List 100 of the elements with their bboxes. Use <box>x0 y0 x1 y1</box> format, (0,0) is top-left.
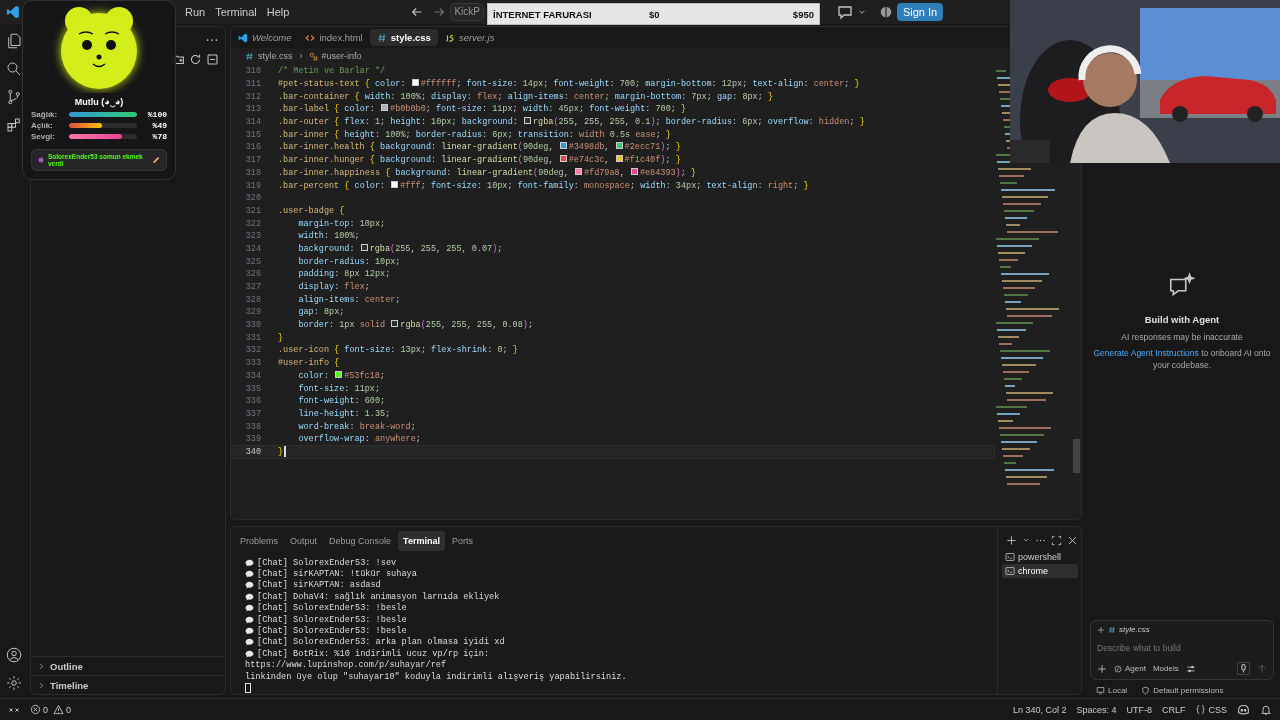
refresh-icon[interactable] <box>189 53 202 66</box>
code-line: #pet-status-text { color: #ffffff; font-size: 14px; font-weight: 700; margin-bottom: 12px; text-align: center; } <box>278 79 860 90</box>
panel-tab[interactable]: Debug Console <box>324 531 397 551</box>
panel-tab[interactable]: Ports <box>446 531 478 551</box>
chevron-down-icon[interactable] <box>1022 536 1030 544</box>
permissions-picker[interactable]: Default permissions <box>1141 686 1224 695</box>
code-line: .bar-percent { color: #fff; font-size: 10px; font-family: monospace; width: 34px; text-align: right; } <box>278 180 809 191</box>
editor-tab[interactable]: server.js <box>437 27 502 48</box>
terminal-line: linkinden üye olup "suhayar10" koduyla indirimli alışveriş yapabilirsiniz. <box>245 671 627 682</box>
line-number: 317 <box>244 155 261 166</box>
chat-icon[interactable] <box>836 4 853 20</box>
line-number: 325 <box>244 256 261 267</box>
breadcrumb-item[interactable]: style.css <box>258 51 293 61</box>
language-mode[interactable]: CSS <box>1208 704 1227 715</box>
context-file-chip[interactable]: style.css <box>1097 625 1267 634</box>
code-line: .user-badge { <box>278 205 345 216</box>
code-line: word-break: break-word; <box>297 421 416 432</box>
goal-amount: $950 <box>792 8 814 20</box>
error-count[interactable]: 0 <box>43 704 48 715</box>
collapse-icon[interactable] <box>206 53 219 66</box>
line-number: 324 <box>244 243 261 254</box>
model-picker[interactable]: Models <box>1152 664 1179 673</box>
line-number: 328 <box>244 294 261 305</box>
close-icon[interactable] <box>1067 534 1078 546</box>
section-header[interactable]: Timeline <box>31 675 225 694</box>
vscode-logo-icon[interactable] <box>6 5 20 19</box>
terminal-icon <box>1005 566 1015 576</box>
chat-input-field[interactable]: Describe what to build <box>1097 640 1267 656</box>
plus-icon[interactable] <box>1006 534 1017 546</box>
sign-in-button[interactable]: Sign In <box>896 3 944 21</box>
line-number: 329 <box>244 307 261 318</box>
code-line: padding: 8px 12px; <box>297 269 391 280</box>
line-number: 323 <box>244 231 261 242</box>
stat-label: Sevgi: <box>31 132 56 141</box>
menu-item[interactable]: Help <box>261 4 295 20</box>
code-line: .bar-container { width: 100%; display: flex; align-items: center; margin-bottom: 7px; gap: 8px; } <box>278 91 774 102</box>
panel-tab[interactable]: Terminal <box>398 531 445 551</box>
line-number: 321 <box>244 205 261 216</box>
scrollbar-thumb <box>1073 439 1080 473</box>
link[interactable]: Generate Agent Instructions <box>1093 348 1199 358</box>
panel-tab[interactable]: Problems <box>235 531 283 551</box>
code-line: font-size: 11px; <box>297 383 381 394</box>
code-line: border: 1px solid rgba(255, 255, 255, 0.08); <box>297 320 533 331</box>
section-header[interactable]: Outline <box>31 656 225 675</box>
cursor-position[interactable]: Ln 340, Col 2 <box>1012 704 1067 715</box>
editor-tab[interactable]: style.css <box>369 29 438 46</box>
forward-arrow-icon[interactable] <box>432 5 447 19</box>
code-line: .bar-inner.health { background: linear-gradient(90deg, #3498db, #2ecc71); } <box>278 142 681 153</box>
indentation[interactable]: Spaces: 4 <box>1076 704 1117 715</box>
terminal-item[interactable]: chrome <box>1002 564 1078 578</box>
pet-mood: Mutlu (◕‿◕) <box>74 96 124 108</box>
microphone-icon[interactable] <box>1237 662 1250 675</box>
code-brackets-icon <box>305 32 316 43</box>
bell-icon[interactable] <box>1260 703 1272 716</box>
menu-item[interactable]: Run <box>180 4 211 20</box>
menu-item[interactable]: Terminal <box>210 4 262 20</box>
search-icon[interactable] <box>5 60 23 78</box>
extensions-icon[interactable] <box>5 116 23 134</box>
shield-icon <box>1141 686 1151 695</box>
line-number: 311 <box>244 79 261 90</box>
code-line: background: rgba(255, 255, 255, 0.07); <box>297 243 503 254</box>
editor-tab[interactable]: index.html <box>298 27 370 48</box>
line-number: 339 <box>244 434 261 445</box>
encoding[interactable]: UTF-8 <box>1126 704 1152 715</box>
vscode-logo-icon <box>238 32 248 43</box>
code-line: line-height: 1.35; <box>297 408 391 419</box>
code-line: gap: 8px; <box>297 307 345 318</box>
chat-title: Build with Agent <box>1144 314 1220 325</box>
copilot-icon[interactable] <box>1237 703 1250 716</box>
plus-icon[interactable] <box>1097 663 1107 674</box>
panel-tab[interactable]: Output <box>285 531 323 551</box>
code-line: width: 100%; <box>297 231 360 242</box>
breadcrumb-item[interactable]: #user-info <box>321 51 362 61</box>
warning-count[interactable]: 0 <box>66 704 72 715</box>
stat-label: Açlık: <box>31 121 54 130</box>
line-number: 314 <box>244 117 261 128</box>
terminal-line: [Chat] SolorexEnder53: !sev <box>257 557 397 568</box>
code-line: .bar-inner.hunger { background: linear-gradient(90deg, #e74c3c, #f1c40f); } <box>278 155 681 166</box>
search-field[interactable]: KickP <box>450 3 484 21</box>
editor-tab[interactable]: Welcome <box>231 27 299 48</box>
warning-icon <box>53 704 64 715</box>
line-ending[interactable]: CRLF <box>1161 704 1186 715</box>
settings-icon[interactable] <box>5 674 23 692</box>
location-picker[interactable]: Local <box>1096 686 1128 695</box>
maximize-icon[interactable] <box>1051 534 1062 546</box>
files-icon[interactable] <box>5 32 23 50</box>
amount-raised: $0 <box>649 8 661 20</box>
error-icon <box>30 704 41 715</box>
code-line: /* Metin ve Barlar */ <box>278 66 386 77</box>
terminal-item[interactable]: powershell <box>1002 550 1078 564</box>
branch-icon[interactable] <box>5 88 23 106</box>
mode-picker[interactable]: Agent <box>1114 664 1146 673</box>
selector-icon <box>308 51 318 61</box>
line-number: 320 <box>244 193 261 204</box>
code-line: } <box>278 446 284 457</box>
terminal-line: [Chat] DohaV4: sağlık animasyon larnıda ekliyek <box>257 591 500 602</box>
line-number: 326 <box>244 269 261 280</box>
settings-sliders-icon[interactable] <box>1185 663 1196 674</box>
terminal-line: [Chat] sirKAPTAN: asdasd <box>257 580 381 591</box>
terminal-line: [Chat] SolorexEnder53: !besle <box>257 626 407 637</box>
